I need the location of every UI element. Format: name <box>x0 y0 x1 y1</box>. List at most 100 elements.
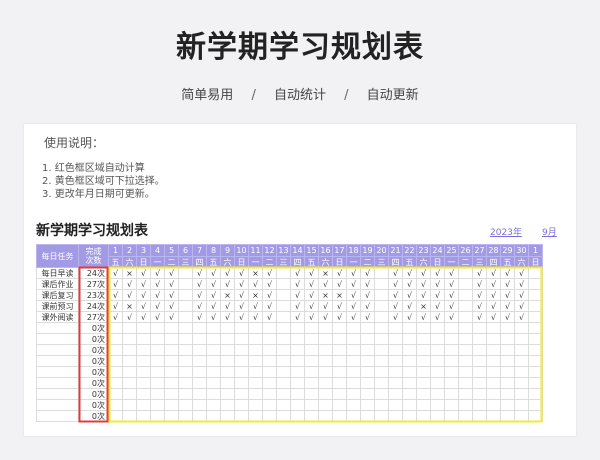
day-mark-cell[interactable] <box>458 333 473 345</box>
day-mark-cell[interactable] <box>234 322 249 334</box>
day-mark-cell[interactable] <box>402 366 417 378</box>
day-mark-cell[interactable] <box>304 366 319 378</box>
day-mark-cell[interactable]: √ <box>234 311 249 323</box>
day-mark-cell[interactable] <box>416 333 431 345</box>
day-mark-cell[interactable]: √ <box>206 278 221 290</box>
day-mark-cell[interactable] <box>374 377 389 389</box>
day-mark-cell[interactable] <box>318 344 333 356</box>
day-mark-cell[interactable] <box>276 366 291 378</box>
day-mark-cell[interactable] <box>346 399 361 411</box>
day-mark-cell[interactable] <box>276 278 291 290</box>
day-mark-cell[interactable] <box>458 267 473 279</box>
day-mark-cell[interactable] <box>360 388 375 400</box>
day-mark-cell[interactable] <box>318 410 333 422</box>
day-mark-cell[interactable] <box>290 344 305 356</box>
day-mark-cell[interactable] <box>248 322 263 334</box>
day-mark-cell[interactable] <box>500 366 515 378</box>
day-mark-cell[interactable]: √ <box>430 278 445 290</box>
day-mark-cell[interactable] <box>276 399 291 411</box>
task-name-cell[interactable]: 课后作业 <box>36 278 79 290</box>
day-mark-cell[interactable]: √ <box>304 267 319 279</box>
day-mark-cell[interactable] <box>458 300 473 312</box>
day-mark-cell[interactable] <box>528 377 543 389</box>
day-mark-cell[interactable]: √ <box>444 278 459 290</box>
day-mark-cell[interactable]: √ <box>486 267 501 279</box>
day-mark-cell[interactable]: √ <box>150 300 165 312</box>
day-mark-cell[interactable] <box>486 344 501 356</box>
day-mark-cell[interactable]: √ <box>500 289 515 301</box>
day-mark-cell[interactable] <box>178 267 193 279</box>
day-mark-cell[interactable]: √ <box>248 311 263 323</box>
day-mark-cell[interactable] <box>430 344 445 356</box>
day-mark-cell[interactable] <box>318 388 333 400</box>
day-mark-cell[interactable] <box>276 377 291 389</box>
day-mark-cell[interactable] <box>374 267 389 279</box>
day-mark-cell[interactable] <box>178 322 193 334</box>
day-mark-cell[interactable] <box>500 377 515 389</box>
day-mark-cell[interactable] <box>164 322 179 334</box>
day-mark-cell[interactable]: √ <box>206 311 221 323</box>
day-mark-cell[interactable]: √ <box>388 278 403 290</box>
day-mark-cell[interactable] <box>444 410 459 422</box>
day-mark-cell[interactable] <box>276 311 291 323</box>
day-mark-cell[interactable]: √ <box>108 278 123 290</box>
day-mark-cell[interactable] <box>416 366 431 378</box>
day-mark-cell[interactable]: √ <box>318 278 333 290</box>
day-mark-cell[interactable] <box>514 377 529 389</box>
day-mark-cell[interactable] <box>444 399 459 411</box>
day-mark-cell[interactable] <box>108 399 123 411</box>
day-mark-cell[interactable]: √ <box>234 267 249 279</box>
day-mark-cell[interactable] <box>444 366 459 378</box>
day-mark-cell[interactable] <box>164 388 179 400</box>
day-mark-cell[interactable] <box>486 333 501 345</box>
day-mark-cell[interactable] <box>276 300 291 312</box>
day-mark-cell[interactable] <box>318 399 333 411</box>
day-mark-cell[interactable] <box>472 377 487 389</box>
day-mark-cell[interactable] <box>220 366 235 378</box>
day-mark-cell[interactable] <box>430 355 445 367</box>
day-mark-cell[interactable]: √ <box>402 300 417 312</box>
task-name-cell[interactable] <box>36 333 79 345</box>
day-mark-cell[interactable] <box>164 366 179 378</box>
day-mark-cell[interactable] <box>458 399 473 411</box>
day-mark-cell[interactable] <box>514 388 529 400</box>
day-mark-cell[interactable] <box>192 344 207 356</box>
task-name-cell[interactable] <box>36 399 79 411</box>
day-mark-cell[interactable] <box>416 388 431 400</box>
day-mark-cell[interactable]: √ <box>472 289 487 301</box>
day-mark-cell[interactable] <box>388 322 403 334</box>
day-mark-cell[interactable] <box>360 399 375 411</box>
day-mark-cell[interactable]: √ <box>108 311 123 323</box>
day-mark-cell[interactable] <box>150 333 165 345</box>
day-mark-cell[interactable] <box>304 388 319 400</box>
day-mark-cell[interactable]: √ <box>402 311 417 323</box>
day-mark-cell[interactable] <box>234 366 249 378</box>
day-mark-cell[interactable] <box>388 377 403 389</box>
day-mark-cell[interactable] <box>346 322 361 334</box>
day-mark-cell[interactable]: √ <box>136 311 151 323</box>
day-mark-cell[interactable] <box>178 355 193 367</box>
day-mark-cell[interactable] <box>304 355 319 367</box>
task-name-cell[interactable] <box>36 377 79 389</box>
day-mark-cell[interactable] <box>206 377 221 389</box>
day-mark-cell[interactable] <box>346 410 361 422</box>
day-mark-cell[interactable] <box>276 267 291 279</box>
day-mark-cell[interactable]: √ <box>192 278 207 290</box>
day-mark-cell[interactable] <box>108 333 123 345</box>
day-mark-cell[interactable] <box>178 289 193 301</box>
task-name-cell[interactable]: 课外阅读 <box>36 311 79 323</box>
day-mark-cell[interactable] <box>528 355 543 367</box>
day-mark-cell[interactable] <box>164 399 179 411</box>
day-mark-cell[interactable] <box>388 344 403 356</box>
day-mark-cell[interactable] <box>444 322 459 334</box>
day-mark-cell[interactable] <box>374 344 389 356</box>
day-mark-cell[interactable] <box>458 410 473 422</box>
day-mark-cell[interactable] <box>122 388 137 400</box>
day-mark-cell[interactable] <box>360 410 375 422</box>
day-mark-cell[interactable] <box>178 410 193 422</box>
day-mark-cell[interactable] <box>234 344 249 356</box>
day-mark-cell[interactable] <box>514 344 529 356</box>
day-mark-cell[interactable] <box>458 322 473 334</box>
day-mark-cell[interactable] <box>402 388 417 400</box>
day-mark-cell[interactable] <box>178 377 193 389</box>
